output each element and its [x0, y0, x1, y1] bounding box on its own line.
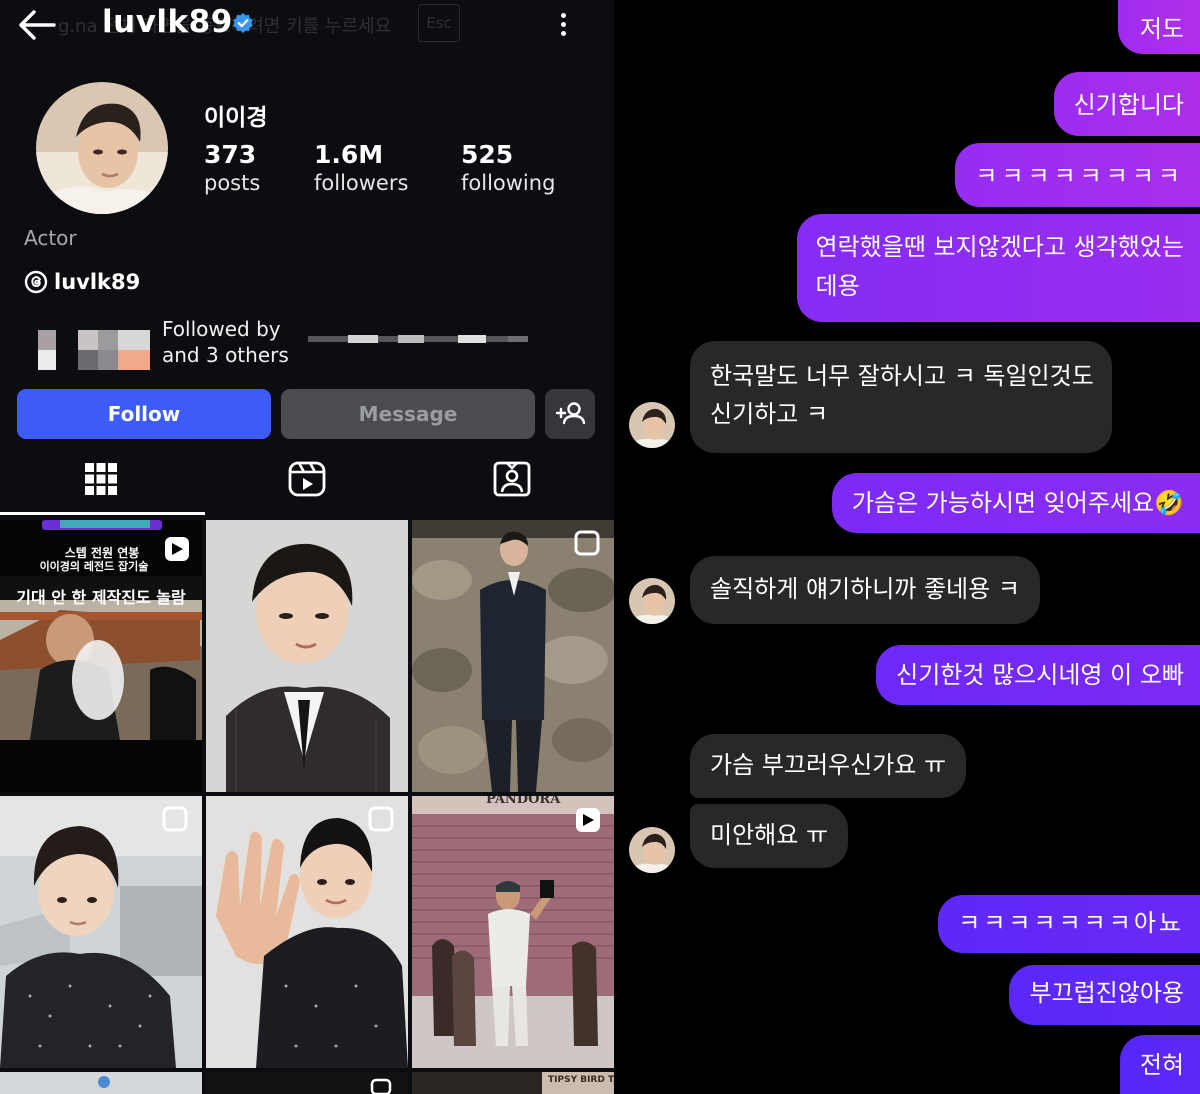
followed-by-line2: and 3 others — [162, 343, 289, 367]
message-bubble-sent[interactable]: 신기합니다 — [1053, 72, 1200, 136]
post-tile[interactable]: 스텝 전원 연봉 이이경의 레전드 잡기술 기대 안 한 제작진도 놀람 — [0, 520, 202, 792]
esc-key-hint: Esc — [418, 4, 460, 42]
profile-display-name: 이이경 — [204, 105, 268, 131]
message-button[interactable]: Message — [281, 389, 535, 439]
blurred-follower-names — [308, 335, 528, 343]
profile-avatar[interactable] — [36, 82, 168, 214]
message-text: 연락했을땐 보지않겠다고 생각했었는 — [815, 233, 1184, 261]
message-text: 부끄럽진않아용 — [1029, 979, 1184, 1007]
post-tile[interactable]: TIPSY BIRD TACOS — [412, 1072, 614, 1094]
grid-icon[interactable] — [81, 459, 121, 499]
stat-value: 373 — [204, 140, 257, 169]
message-text: 신기합니다 — [1073, 91, 1184, 119]
message-text: 한국말도 너무 잘하시고 ㅋ 독일인것도 — [710, 362, 1094, 390]
follow-button[interactable]: Follow — [17, 389, 271, 439]
mutual-followers-avatars[interactable] — [38, 330, 150, 370]
message-text: ㅋㅋㅋㅋㅋㅋㅋ아뇨 — [958, 909, 1184, 937]
reels-icon[interactable] — [287, 459, 327, 499]
post-tile[interactable] — [412, 520, 614, 792]
threads-handle: luvlk89 — [54, 270, 141, 294]
threads-icon — [24, 270, 48, 294]
message-bubble-sent[interactable]: 가슴은 가능하시면 잊어주세요🤣 — [831, 473, 1200, 533]
active-tab-indicator — [0, 512, 205, 515]
storefront-sign-text: TIPSY BIRD TACOS — [548, 1075, 614, 1085]
profile-category: Actor — [24, 226, 77, 250]
profile-panel: g.na 전체 화면을 종료하려면 키를 누르세요 Esc luvlk89 이이… — [0, 0, 614, 1094]
post-tile[interactable] — [0, 1072, 202, 1094]
profile-header: g.na 전체 화면을 종료하려면 키를 누르세요 Esc luvlk89 — [0, 0, 614, 52]
post-tile[interactable] — [206, 1072, 408, 1094]
message-text: 저도 — [1139, 15, 1184, 43]
chat-avatar[interactable] — [629, 402, 675, 448]
post-tile[interactable] — [0, 796, 202, 1068]
stat-posts[interactable]: 373 posts — [204, 140, 260, 195]
stat-label: followers — [314, 171, 409, 195]
followed-by-line1: Followed by — [162, 317, 281, 341]
stat-followers[interactable]: 1.6M followers — [314, 140, 408, 195]
message-bubble-received[interactable]: 가슴 부끄러우신가요 ㅠ — [690, 734, 967, 798]
message-text: 가슴 부끄러우신가요 ㅠ — [710, 751, 947, 779]
post-tile[interactable] — [206, 520, 408, 792]
message-text: 신기한것 많으시네영 이 오빠 — [896, 661, 1184, 689]
stat-following[interactable]: 525 following — [461, 140, 555, 195]
message-text: 전혀 — [1139, 1051, 1184, 1079]
message-bubble-received[interactable]: 솔직하게 얘기하니까 좋네용 ㅋ — [690, 556, 1040, 624]
storefront-sign-text: PANDORA — [486, 796, 561, 807]
message-bubble-received[interactable]: 한국말도 너무 잘하시고 ㅋ 독일인것도 신기하고 ㅋ — [690, 341, 1112, 453]
stat-label: posts — [204, 171, 261, 195]
message-bubble-sent[interactable]: 저도 — [1117, 0, 1200, 54]
stat-label: following — [461, 171, 556, 195]
back-arrow-icon[interactable] — [16, 8, 58, 42]
chat-avatar[interactable] — [629, 827, 675, 873]
chat-avatar[interactable] — [629, 578, 675, 624]
message-text-line2: 데용 — [815, 272, 860, 300]
followed-by-text[interactable]: Followed by and 3 others — [162, 316, 289, 368]
message-bubble-sent[interactable]: 전혀 — [1119, 1035, 1200, 1094]
message-text: 미안해요 ㅠ — [710, 821, 829, 849]
post-banner-subtext: 이이경의 레전드 잡기술 — [39, 560, 149, 573]
message-text-line2: 신기하고 ㅋ — [710, 400, 829, 428]
message-text: 솔직하게 얘기하니까 좋네용 ㅋ — [710, 575, 1020, 603]
message-bubble-sent[interactable]: ㅋㅋㅋㅋㅋㅋㅋ아뇨 — [938, 895, 1200, 953]
message-bubble-sent[interactable]: 신기한것 많으시네영 이 오빠 — [876, 645, 1200, 705]
message-bubble-sent[interactable]: 연락했을땐 보지않겠다고 생각했었는 데용 — [797, 214, 1200, 322]
tagged-icon[interactable] — [492, 459, 532, 499]
post-tile[interactable]: PANDORA — [412, 796, 614, 1068]
profile-username: luvlk89 — [102, 4, 233, 40]
message-text: ㅋㅋㅋㅋㅋㅋㅋㅋ — [975, 162, 1184, 190]
post-caption: 기대 안 한 제작진도 놀람 — [16, 588, 186, 607]
dm-conversation: 저도 신기합니다 ㅋㅋㅋㅋㅋㅋㅋㅋ 연락했을땐 보지않겠다고 생각했었는 데용 … — [614, 0, 1200, 1094]
stat-value: 1.6M — [314, 140, 384, 169]
more-options-icon[interactable] — [558, 10, 568, 40]
suggested-users-button[interactable] — [545, 389, 595, 439]
message-bubble-sent[interactable]: ㅋㅋㅋㅋㅋㅋㅋㅋ — [955, 143, 1200, 207]
threads-link[interactable]: luvlk89 — [24, 270, 140, 294]
message-bubble-received[interactable]: 미안해요 ㅠ — [690, 804, 849, 868]
add-user-icon — [555, 402, 586, 425]
message-bubble-sent[interactable]: 부끄럽진않아용 — [1009, 965, 1200, 1025]
post-tile[interactable] — [206, 796, 408, 1068]
verified-badge-icon — [233, 13, 253, 33]
stat-value: 525 — [461, 140, 514, 169]
message-text: 가슴은 가능하시면 잊어주세요🤣 — [851, 489, 1184, 517]
